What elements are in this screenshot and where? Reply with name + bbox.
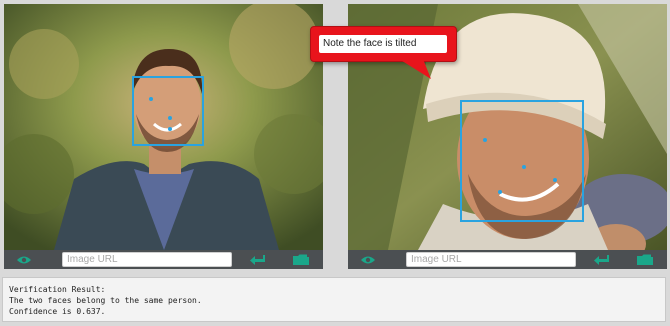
eye-icon xyxy=(361,256,375,263)
open-file-button[interactable] xyxy=(627,251,663,268)
face-landmark-point xyxy=(522,165,526,169)
open-file-button[interactable] xyxy=(283,251,319,268)
image-panel-left xyxy=(4,4,323,269)
image-toolbar xyxy=(348,250,667,269)
folder-icon xyxy=(637,254,653,265)
image-url-input[interactable] xyxy=(406,252,576,267)
face-photo-left xyxy=(4,4,323,250)
result-message: The two faces belong to the same person. xyxy=(9,296,202,305)
face-landmark-point xyxy=(553,178,557,182)
face-landmark-point xyxy=(483,138,487,142)
enter-arrow-icon xyxy=(250,254,265,265)
callout-pointer xyxy=(399,59,431,79)
image-url-input[interactable] xyxy=(62,252,232,267)
view-button[interactable] xyxy=(350,251,386,268)
eye-icon xyxy=(17,256,31,263)
callout-text: Note the face is tilted xyxy=(319,35,447,53)
submit-url-button[interactable] xyxy=(240,251,276,268)
submit-url-button[interactable] xyxy=(584,251,620,268)
result-confidence: Confidence is 0.637. xyxy=(9,307,106,316)
folder-icon xyxy=(293,254,309,265)
face-landmark-point xyxy=(168,116,172,120)
image-toolbar xyxy=(4,250,323,269)
result-heading: Verification Result: xyxy=(9,285,106,294)
view-button[interactable] xyxy=(6,251,42,268)
face-landmark-point xyxy=(168,127,172,131)
face-landmark-point xyxy=(498,190,502,194)
face-detection-box xyxy=(460,100,584,222)
enter-arrow-icon xyxy=(594,254,609,265)
face-detection-box xyxy=(132,76,204,146)
face-landmark-point xyxy=(149,97,153,101)
annotation-callout: Note the face is tilted xyxy=(310,26,457,79)
verification-result-panel: Verification Result: The two faces belon… xyxy=(2,277,666,322)
